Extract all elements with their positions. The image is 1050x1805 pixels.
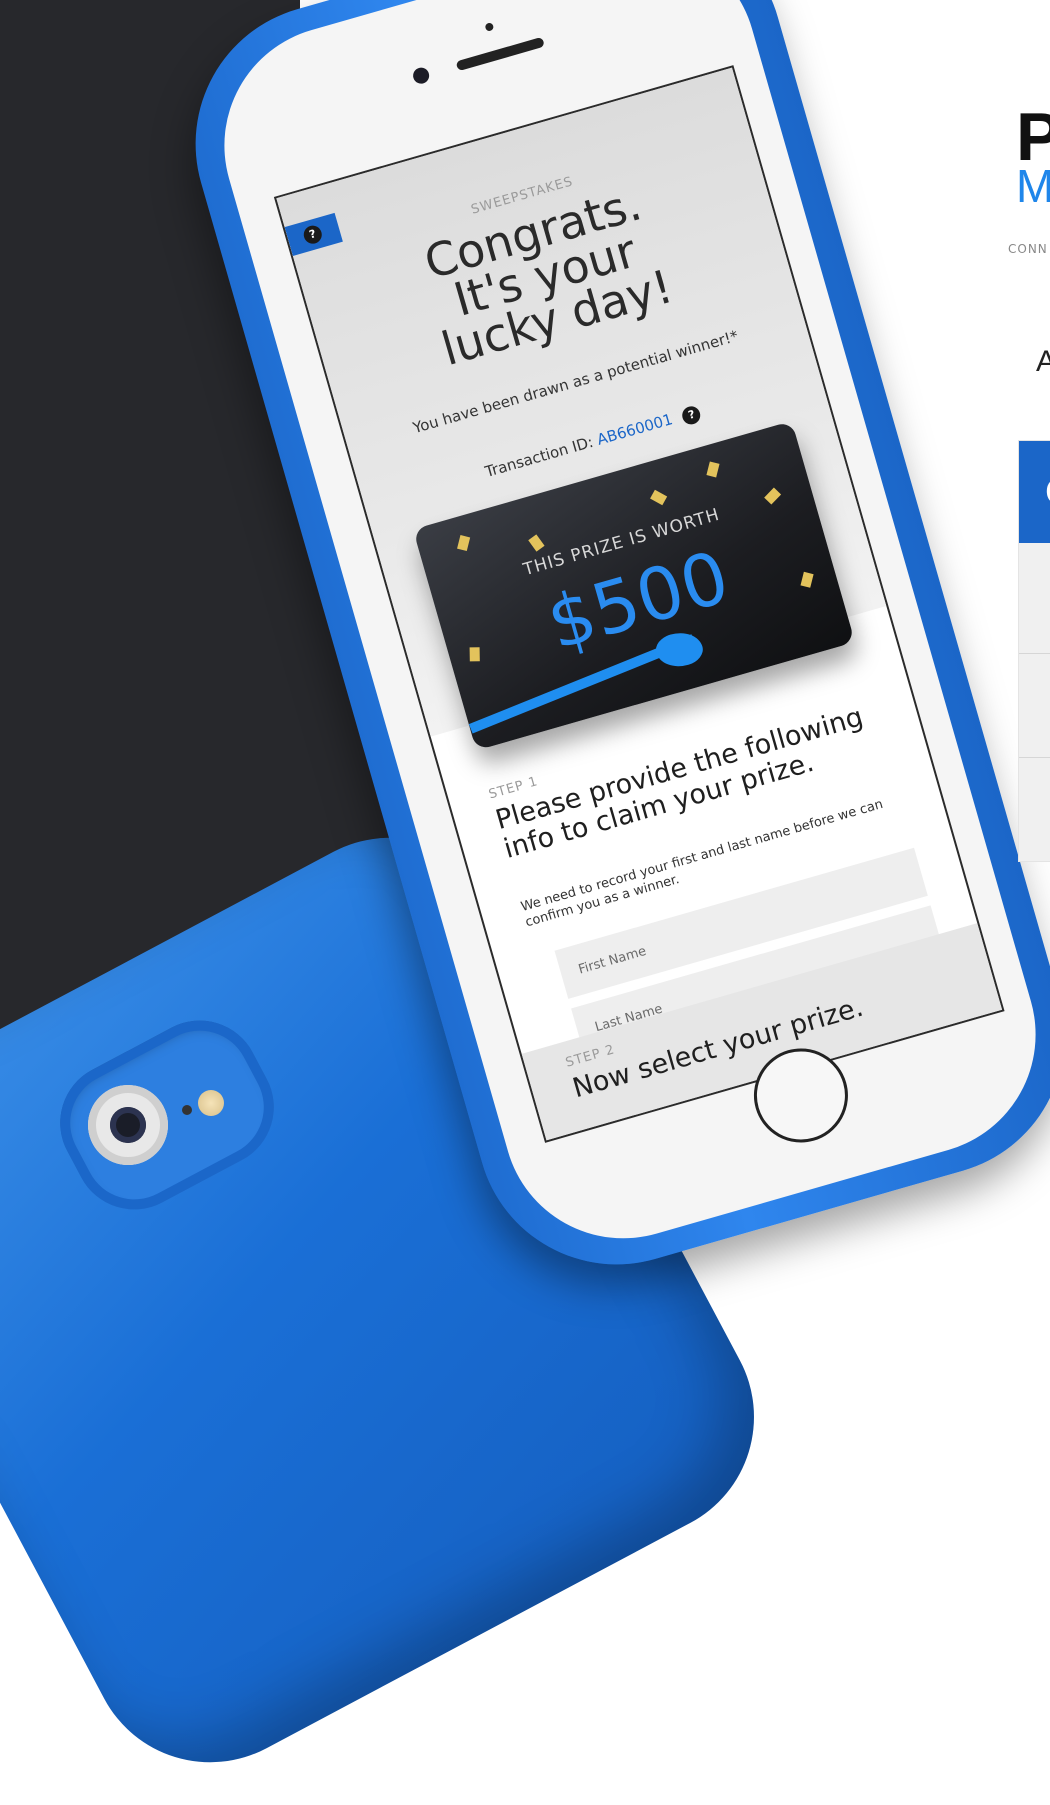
earpiece-speaker [455,36,545,72]
side-table: C [1018,440,1050,862]
logo-letter-m: M [1016,160,1050,212]
front-camera-icon [411,65,432,86]
camera-icon [88,1085,168,1165]
confetti-piece [528,534,545,552]
logo-subtitle: CONN [1008,242,1048,256]
table-row [1019,653,1050,654]
proximity-sensor [484,22,495,32]
confetti-piece [457,535,471,552]
side-table-header-label: C [1045,471,1050,513]
confetti-piece [706,461,720,478]
confetti-piece [650,489,668,506]
table-row [1019,757,1050,758]
help-icon[interactable]: ? [301,223,324,246]
microphone-dot [182,1105,192,1115]
flash-icon [198,1090,224,1116]
side-heading: A [1036,345,1050,378]
side-table-header: C [1019,441,1050,543]
